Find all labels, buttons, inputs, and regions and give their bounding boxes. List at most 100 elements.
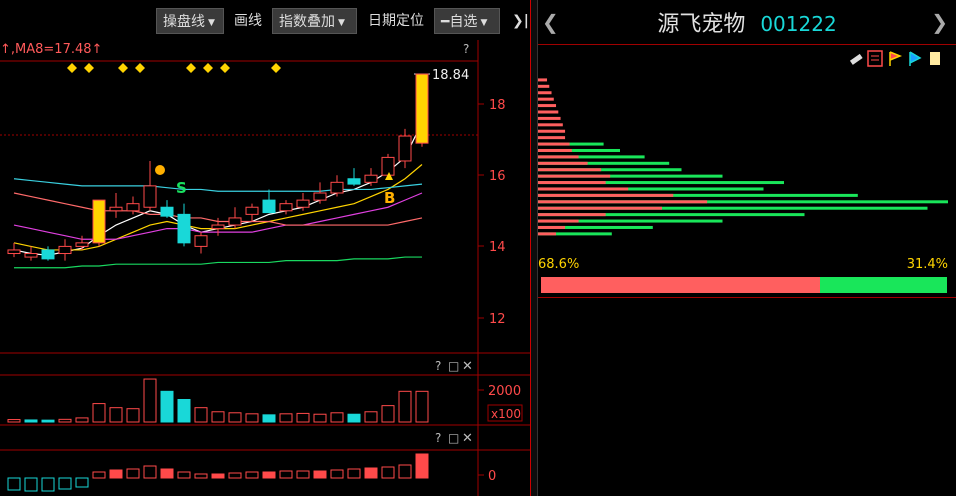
ma-line <box>13 164 423 251</box>
volume-bar <box>330 412 344 423</box>
panel-divider[interactable] <box>530 0 538 496</box>
chip-profit-bar <box>538 97 554 101</box>
chip-profit-bar <box>538 78 548 82</box>
candle-body <box>262 199 276 214</box>
indicator-maximize-icon[interactable]: □ <box>448 431 459 445</box>
ratio-divider <box>538 297 956 298</box>
candle-body <box>177 213 191 244</box>
chip-profit-bar <box>538 84 550 88</box>
candle <box>245 203 259 222</box>
indicator-bar <box>58 477 72 490</box>
candle-body <box>109 206 123 212</box>
candle-body <box>7 249 21 255</box>
volume-bar <box>262 414 276 423</box>
candle-body <box>41 249 55 260</box>
candle <box>7 242 21 258</box>
candle <box>228 207 242 229</box>
volume-bar <box>228 412 242 423</box>
volume-bar <box>58 418 72 423</box>
chip-profit-bar <box>538 181 606 185</box>
help-icon[interactable]: ? <box>463 42 469 56</box>
arrow-icon[interactable] <box>909 51 922 66</box>
chart-table-icon[interactable] <box>867 50 883 67</box>
chip-profit-bar <box>538 142 570 146</box>
volume-maximize-icon[interactable]: □ <box>448 359 459 373</box>
indicator-bar <box>177 471 191 479</box>
candle-body <box>313 192 327 201</box>
y-tick-label: 16 <box>489 169 506 184</box>
indicator-bar <box>381 466 395 479</box>
indicator-bar <box>160 468 174 479</box>
volume-bar <box>126 408 140 423</box>
bookmark-icon[interactable] <box>930 52 940 65</box>
chip-profit-bar <box>538 129 566 133</box>
chip-profit-bar <box>538 110 559 114</box>
indicator-bar <box>262 471 276 479</box>
chip-profit-bar <box>538 187 629 191</box>
event-diamond <box>203 63 213 73</box>
candle <box>262 189 276 214</box>
price-axis: 18 16 14 12 <box>478 98 506 327</box>
eraser-icon[interactable] <box>849 53 863 65</box>
candle-body <box>245 206 259 215</box>
volume-bar <box>75 417 89 423</box>
chip-profit-bar <box>538 91 552 95</box>
chip-profit-bar <box>538 213 606 217</box>
indicator-close-icon[interactable]: ✕ <box>462 431 473 446</box>
candle-body <box>279 203 293 212</box>
indicator-bar <box>211 473 225 479</box>
chip-profit-bar <box>538 200 708 204</box>
y-tick-label: 12 <box>489 312 506 327</box>
candle-body <box>381 156 395 176</box>
volume-bar <box>211 411 225 423</box>
chip-profit-bar <box>538 168 602 172</box>
ma-legend: ↑,MA8=17.48↑ <box>0 42 102 57</box>
indicator-bar <box>415 453 429 479</box>
chip-profit-bar <box>538 123 563 127</box>
chip-profit-bar <box>538 136 566 140</box>
candle <box>143 160 157 211</box>
chip-profit-bar <box>538 116 561 120</box>
candle <box>92 199 106 247</box>
y-tick-label: 14 <box>489 240 506 255</box>
chip-profit-bar <box>538 161 588 165</box>
indicator-bar <box>41 477 55 492</box>
candle <box>347 168 361 186</box>
volume-close-icon[interactable]: ✕ <box>462 359 473 374</box>
candle-body <box>194 235 208 247</box>
indicator-bar <box>194 473 208 479</box>
volume-bar <box>347 413 361 423</box>
candle-body <box>126 203 140 212</box>
volume-bar <box>279 413 293 423</box>
event-markers <box>67 63 281 73</box>
chip-profit-bar <box>538 148 572 152</box>
volume-bar <box>160 390 174 423</box>
volume-help-icon[interactable]: ? <box>435 359 441 373</box>
candle <box>160 200 174 218</box>
volume-bar <box>41 419 55 423</box>
chip-profit-bar <box>538 232 557 236</box>
indicator-bar <box>279 470 293 479</box>
event-diamond <box>220 63 230 73</box>
stock-code: 001222 <box>760 12 837 36</box>
indicator-help-icon[interactable]: ? <box>435 431 441 445</box>
volume-bar <box>398 390 412 423</box>
header-divider <box>538 44 956 45</box>
candle-body <box>415 73 429 144</box>
flag-icon[interactable] <box>889 51 903 66</box>
candle-body <box>58 245 72 255</box>
candle-body <box>24 253 38 258</box>
indicator-bar <box>7 477 21 491</box>
indicator-bar <box>245 471 259 479</box>
candle <box>109 193 123 218</box>
buy-signal: B <box>384 189 395 207</box>
candle-body <box>296 199 310 208</box>
volume-bar <box>177 399 191 423</box>
chip-profit-bar <box>538 104 557 108</box>
lightbulb-icon <box>155 165 165 175</box>
volume-bar <box>296 412 310 423</box>
ma-line <box>14 256 422 269</box>
ratio-bar <box>541 277 947 293</box>
high-price-label: 18.84 <box>432 68 469 83</box>
event-diamond <box>67 63 77 73</box>
